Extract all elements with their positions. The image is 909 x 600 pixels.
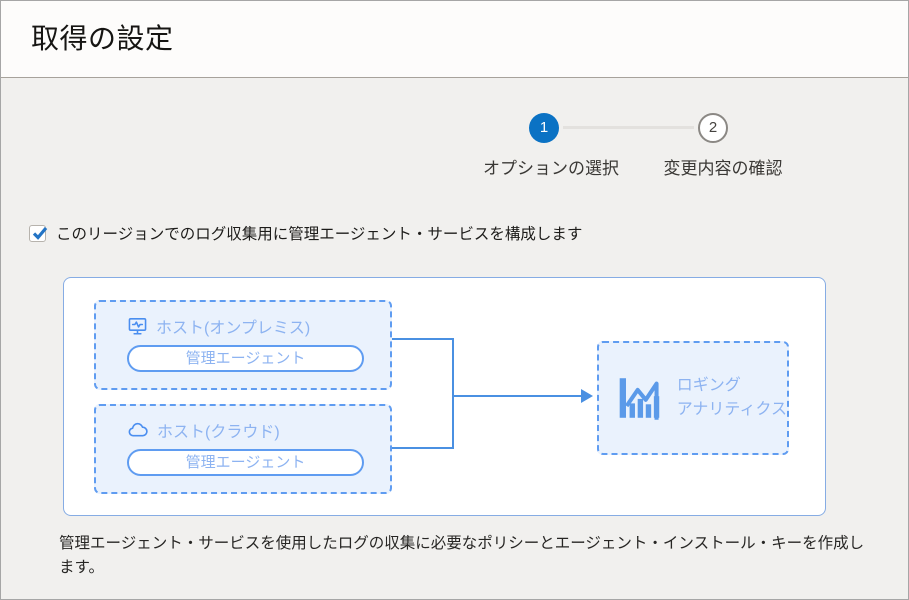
- connector-arrow-line: [452, 395, 582, 397]
- connector-bottom-horizontal: [392, 447, 454, 449]
- step-2-label: 変更内容の確認: [638, 154, 808, 179]
- host-cloud-label: ホスト(クラウド): [157, 418, 280, 442]
- bar-chart-icon: [617, 374, 664, 422]
- page-title: 取得の設定: [31, 17, 174, 57]
- step-1-label: オプションの選択: [466, 154, 636, 179]
- checkmark-icon: [31, 224, 49, 242]
- connector-top-horizontal: [392, 338, 454, 340]
- host-onpremises-header: ホスト(オンプレミス): [127, 314, 310, 338]
- host-onpremises-box: ホスト(オンプレミス) 管理エージェント: [94, 300, 392, 390]
- monitor-icon: [127, 316, 148, 337]
- description-text: 管理エージェント・サービスを使用したログの収集に必要なポリシーとエージェント・イ…: [59, 532, 867, 580]
- connector-vertical: [452, 338, 454, 449]
- logging-analytics-label-line2: アナリティクス: [677, 398, 787, 422]
- page-header: 取得の設定: [1, 1, 908, 78]
- step-1-indicator[interactable]: 1: [529, 113, 559, 143]
- logging-analytics-label: ロギング アナリティクス: [677, 374, 787, 422]
- management-agent-box-cloud: 管理エージェント: [127, 449, 364, 476]
- host-cloud-header: ホスト(クラウド): [127, 418, 280, 442]
- logging-analytics-label-line1: ロギング: [677, 374, 787, 398]
- configure-agent-checkbox-row[interactable]: このリージョンでのログ収集用に管理エージェント・サービスを構成します: [29, 222, 582, 244]
- step-2-indicator[interactable]: 2: [698, 113, 728, 143]
- stepper-connector-line: [563, 126, 694, 129]
- host-onpremises-label: ホスト(オンプレミス): [156, 314, 310, 338]
- checkbox-label: このリージョンでのログ収集用に管理エージェント・サービスを構成します: [56, 222, 582, 244]
- architecture-diagram: ホスト(オンプレミス) 管理エージェント ホスト(クラウド) 管理エージェント: [63, 277, 826, 516]
- management-agent-box-onprem: 管理エージェント: [127, 345, 364, 372]
- cloud-icon: [127, 420, 149, 440]
- host-cloud-box: ホスト(クラウド) 管理エージェント: [94, 404, 392, 494]
- arrow-head-icon: [581, 389, 593, 403]
- logging-analytics-box: ロギング アナリティクス: [597, 341, 789, 455]
- acquisition-settings-window: 取得の設定 1 2 オプションの選択 変更内容の確認 このリージョンでのログ収集…: [0, 0, 909, 600]
- checkbox-checked[interactable]: [29, 225, 46, 242]
